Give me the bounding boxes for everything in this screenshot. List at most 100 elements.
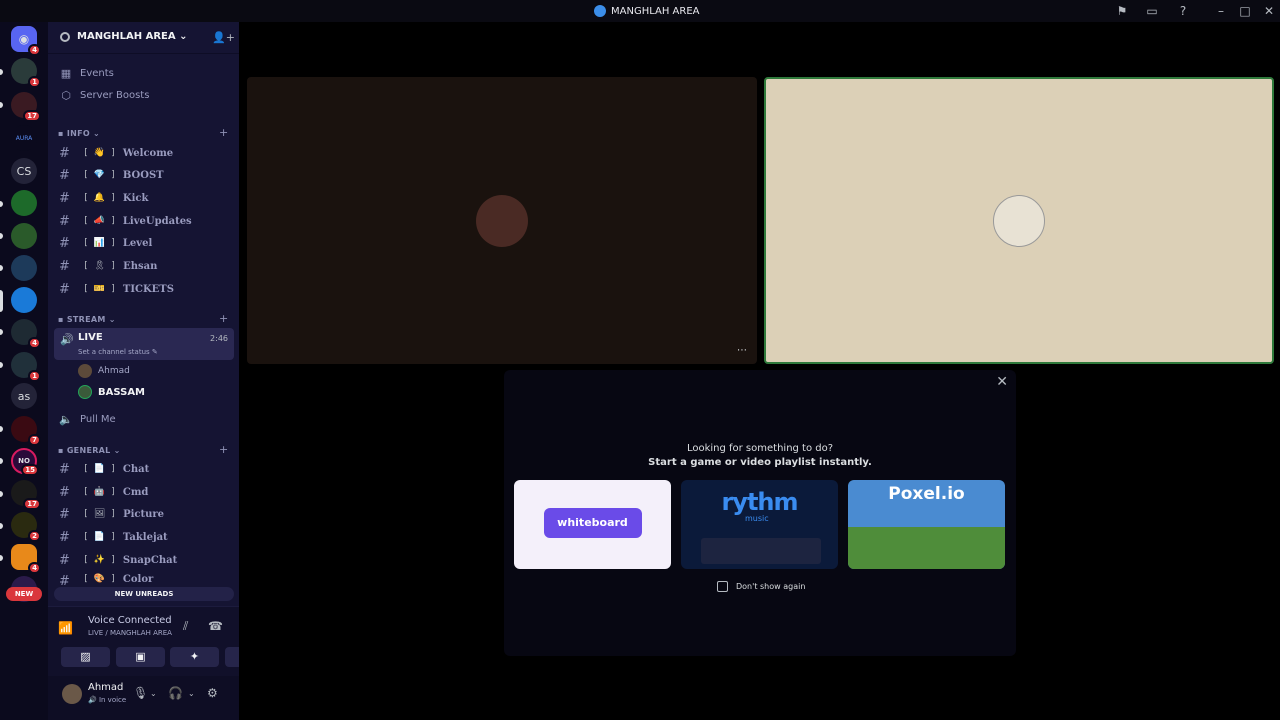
server-icon[interactable]: [11, 190, 37, 216]
voice-channel-pull-me[interactable]: 🔈 Pull Me: [54, 409, 234, 429]
gear-icon[interactable]: ⚙: [207, 686, 218, 700]
activity-card-sublabel: music: [745, 514, 769, 523]
server-icon-active[interactable]: [11, 287, 37, 313]
home-button[interactable]: ◉ 4: [11, 26, 41, 56]
hash-icon: #: [59, 484, 70, 500]
server-icon[interactable]: 17: [11, 92, 41, 122]
chevron-down-icon[interactable]: ⌄: [150, 689, 157, 698]
activity-prompt: Looking for something to do?: [686, 443, 834, 454]
channel-emoji: [ 🎫 ]: [83, 284, 116, 294]
server-icon[interactable]: 4: [11, 544, 41, 574]
server-icon[interactable]: AURA: [11, 125, 37, 151]
category-info[interactable]: ▪ INFO ⌄: [58, 129, 100, 138]
server-icon[interactable]: NO 15: [11, 448, 39, 476]
more-options-icon[interactable]: ⋯: [737, 345, 747, 356]
voice-user[interactable]: Ahmad: [78, 362, 130, 380]
voice-user[interactable]: BASSAM: [78, 383, 145, 401]
channel-kick[interactable]: # [ 🔔 ] Kick: [54, 188, 234, 208]
activity-card-whiteboard[interactable]: whiteboard: [514, 480, 671, 569]
new-unreads-bar[interactable]: NEW UNREADS: [54, 587, 234, 601]
channel-status-setter[interactable]: Set a channel status ✎: [78, 348, 158, 356]
server-name[interactable]: MANGHLAH AREA ⌄: [77, 31, 187, 42]
activity-launcher-panel: ✕ Looking for something to do? Start a g…: [504, 370, 1016, 656]
add-channel-icon[interactable]: +: [219, 443, 228, 456]
server-boosts-item[interactable]: ⬡ Server Boosts: [54, 85, 234, 105]
server-icon[interactable]: as: [11, 383, 37, 409]
channel-color[interactable]: # [ 🎨 ] Color: [54, 572, 234, 586]
channel-picture[interactable]: # [ 🖼 ] Picture: [54, 504, 234, 524]
hash-icon: #: [59, 258, 70, 274]
headphones-icon[interactable]: 🎧: [168, 686, 183, 700]
boost-icon: ⬡: [61, 88, 71, 102]
category-stream[interactable]: ▪ STREAM ⌄: [58, 315, 116, 324]
user-name[interactable]: Ahmad: [88, 682, 123, 693]
channel-welcome[interactable]: # [ 👋 ] Welcome: [54, 143, 234, 163]
channel-emoji: [ 🖼 ]: [83, 509, 117, 519]
server-badge: 4: [28, 337, 41, 349]
channel-boost[interactable]: # [ 💎 ] BOOST: [54, 165, 234, 185]
hash-icon: #: [59, 235, 70, 251]
channel-tickets[interactable]: # [ 🎫 ] TICKETS: [54, 279, 234, 299]
invite-people-icon[interactable]: 👤+: [212, 31, 235, 44]
minimize-icon[interactable]: –: [1213, 3, 1229, 19]
checkbox-icon[interactable]: [717, 581, 728, 592]
chevron-down-icon[interactable]: ⌄: [188, 689, 195, 698]
new-badge[interactable]: NEW: [6, 587, 42, 601]
server-icon[interactable]: 4: [11, 319, 41, 349]
camera-button[interactable]: ▨: [61, 647, 110, 667]
dont-show-again-checkbox[interactable]: Don't show again: [717, 581, 805, 592]
channel-cmd[interactable]: # [ 🤖 ] Cmd: [54, 482, 234, 502]
server-icon[interactable]: 2: [11, 512, 41, 542]
channel-level[interactable]: # [ 📊 ] Level: [54, 233, 234, 253]
channel-name: Chat: [122, 463, 150, 475]
channel-emoji: [ ✨ ]: [83, 555, 116, 565]
server-icon[interactable]: CS: [11, 158, 37, 184]
voice-user-name: BASSAM: [98, 386, 146, 398]
noise-suppression-icon[interactable]: ⫽: [183, 619, 188, 634]
screen-share-button[interactable]: ▣: [116, 647, 165, 667]
add-channel-icon[interactable]: +: [219, 312, 228, 325]
channel-name: Ehsan: [123, 260, 158, 272]
inbox-icon[interactable]: ▭: [1144, 3, 1160, 19]
channel-emoji: [ 🎨 ]: [83, 574, 116, 584]
category-general[interactable]: ▪ GENERAL ⌄: [58, 446, 121, 455]
signal-icon[interactable]: 📶: [58, 621, 73, 635]
channel-liveupdates[interactable]: # [ 📣 ] LiveUpdates: [54, 211, 234, 231]
activity-card-poxel[interactable]: Poxel.io: [848, 480, 1005, 569]
microphone-icon[interactable]: 🎙: [133, 686, 148, 700]
server-icon[interactable]: 1: [11, 58, 41, 88]
voice-status-location[interactable]: LIVE / MANGHLAH AREA: [88, 629, 172, 637]
channel-taklejat[interactable]: # [ 📄 ] Taklejat: [54, 527, 234, 547]
maximize-icon[interactable]: □: [1237, 3, 1253, 19]
channel-name: Color: [122, 574, 154, 585]
events-item[interactable]: ▦ Events: [54, 63, 234, 83]
activity-card-rythm[interactable]: rythm music: [681, 480, 838, 569]
unread-pill: [0, 458, 3, 464]
channel-snapchat[interactable]: # [ ✨ ] SnapChat: [54, 550, 234, 570]
disconnect-icon[interactable]: ☎: [208, 619, 223, 633]
server-header[interactable]: MANGHLAH AREA ⌄ 👤+: [48, 22, 239, 54]
help-icon[interactable]: ?: [1175, 3, 1191, 19]
voice-stage: ⋯ ✕ Looking for something to do? Start a…: [239, 22, 1280, 720]
avatar[interactable]: [62, 684, 82, 704]
participant-tile[interactable]: ⋯: [247, 77, 757, 364]
server-icon[interactable]: 1: [11, 352, 41, 382]
channel-chat[interactable]: # [ 📄 ] Chat: [54, 459, 234, 479]
activities-button[interactable]: ✦: [170, 647, 219, 667]
server-icon[interactable]: [11, 223, 37, 249]
server-icon[interactable]: 7: [11, 416, 41, 446]
channel-ehsan[interactable]: # [ 🎗 ] Ehsan: [54, 256, 234, 276]
flag-icon[interactable]: ⚑: [1114, 3, 1130, 19]
participant-tile-speaking[interactable]: [764, 77, 1274, 364]
channel-emoji: [ 🎗 ]: [83, 261, 117, 271]
server-icon[interactable]: [11, 255, 37, 281]
close-window-icon[interactable]: ✕: [1261, 3, 1277, 19]
hash-icon: #: [59, 574, 70, 586]
close-icon[interactable]: ✕: [996, 374, 1008, 390]
add-channel-icon[interactable]: +: [219, 126, 228, 139]
home-badge: 4: [28, 44, 41, 56]
voice-channel-live[interactable]: 🔊 LIVE Set a channel status ✎ 2:46: [54, 328, 234, 360]
hash-icon: #: [59, 552, 70, 568]
activity-card-label: Poxel.io: [888, 484, 965, 504]
server-icon[interactable]: 17: [11, 480, 41, 510]
